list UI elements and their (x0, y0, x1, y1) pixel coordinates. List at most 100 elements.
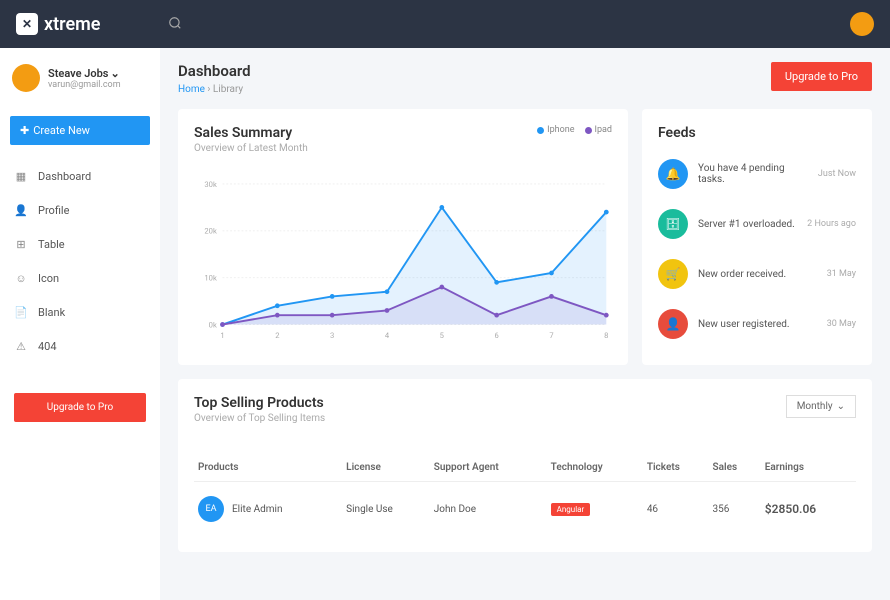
user-name: Steave Jobs (48, 67, 108, 80)
table-header: Earnings (761, 454, 856, 482)
breadcrumb: Home › Library (178, 84, 251, 95)
feed-time: Just Now (818, 169, 856, 179)
nav-icon: ⊞ (14, 237, 28, 251)
license-cell: Single Use (342, 482, 430, 537)
brand-name: xtreme (44, 14, 100, 35)
sidebar-item-table[interactable]: ⊞ Table (0, 227, 160, 261)
table-header: Sales (709, 454, 761, 482)
nav-label: 404 (38, 340, 57, 353)
feed-icon: 🗄 (658, 209, 688, 239)
svg-text:0k: 0k (209, 320, 217, 329)
product-name: Elite Admin (232, 504, 283, 515)
svg-text:20k: 20k (204, 227, 217, 236)
sales-subtitle: Overview of Latest Month (194, 143, 308, 154)
breadcrumb-current: Library (213, 84, 243, 95)
tickets-cell: 46 (643, 482, 709, 537)
nav-icon: ▦ (14, 169, 28, 183)
user-avatar-icon (12, 64, 40, 92)
feed-text: New order received. (698, 269, 817, 280)
sales-chart: 0k 10k 20k 30k 1 2 3 4 5 6 7 8 (194, 174, 612, 344)
nav-icon: ☺ (14, 271, 28, 285)
nav-label: Table (38, 238, 65, 251)
svg-text:1: 1 (220, 331, 224, 340)
sidebar-item-dashboard[interactable]: ▦ Dashboard (0, 159, 160, 193)
nav-icon: 👤 (14, 203, 28, 217)
user-avatar-top[interactable] (850, 12, 874, 36)
nav-label: Blank (38, 306, 65, 319)
product-avatar-icon: EA (198, 496, 224, 522)
feed-item[interactable]: 🗄 Server #1 overloaded. 2 Hours ago (658, 199, 856, 249)
create-new-button[interactable]: ✚ Create New (10, 116, 150, 145)
feed-text: New user registered. (698, 319, 817, 330)
svg-text:6: 6 (495, 331, 499, 340)
legend-dot-icon (585, 127, 592, 134)
table-row[interactable]: EA Elite Admin Single UseJohn Doe Angular 46… (194, 482, 856, 537)
filter-label: Monthly (797, 401, 833, 412)
svg-text:10k: 10k (204, 274, 217, 283)
user-block[interactable]: Steave Jobs ⌄ varun@gmail.com (0, 60, 160, 106)
svg-text:5: 5 (440, 331, 444, 340)
user-email: varun@gmail.com (48, 80, 121, 90)
top-products-card: Top Selling Products Overview of Top Sel… (178, 379, 872, 552)
agent-cell: John Doe (430, 482, 547, 537)
chevron-down-icon: ⌄ (110, 67, 119, 80)
nav-label: Icon (38, 272, 59, 285)
svg-text:2: 2 (275, 331, 279, 340)
plus-icon: ✚ (20, 124, 29, 137)
products-subtitle: Overview of Top Selling Items (194, 413, 325, 424)
nav-icon: ⚠ (14, 339, 28, 353)
svg-text:8: 8 (604, 331, 608, 340)
feed-text: Server #1 overloaded. (698, 219, 797, 230)
feed-icon: 🛒 (658, 259, 688, 289)
products-table: ProductsLicenseSupport AgentTechnologyTi… (194, 454, 856, 536)
upgrade-button-sidebar[interactable]: Upgrade to Pro (14, 393, 146, 422)
table-header: Products (194, 454, 342, 482)
legend-item: Iphone (537, 125, 574, 135)
chevron-down-icon: ⌄ (837, 401, 845, 412)
table-header: Support Agent (430, 454, 547, 482)
breadcrumb-home[interactable]: Home (178, 84, 205, 95)
table-header: Tickets (643, 454, 709, 482)
sidebar: Steave Jobs ⌄ varun@gmail.com ✚ Create N… (0, 48, 160, 600)
feed-item[interactable]: 🛒 New order received. 31 May (658, 249, 856, 299)
legend-dot-icon (537, 127, 544, 134)
legend-label: Iphone (547, 125, 574, 135)
create-label: Create New (33, 124, 90, 137)
upgrade-button-main[interactable]: Upgrade to Pro (771, 62, 872, 91)
table-header: Technology (547, 454, 643, 482)
feed-time: 30 May (827, 319, 856, 329)
logo-icon (16, 13, 38, 35)
topbar: xtreme (0, 0, 890, 48)
legend-label: Ipad (595, 125, 612, 135)
feed-text: You have 4 pending tasks. (698, 163, 808, 185)
main-content: Dashboard Home › Library Upgrade to Pro … (160, 48, 890, 600)
feed-icon: 👤 (658, 309, 688, 339)
brand-logo[interactable]: xtreme (16, 13, 100, 35)
feed-icon: 🔔 (658, 159, 688, 189)
feed-item[interactable]: 👤 New user registered. 30 May (658, 299, 856, 349)
sales-summary-card: Sales Summary Overview of Latest Month I… (178, 109, 628, 365)
earnings-cell: $2850.06 (761, 482, 856, 537)
feed-time: 2 Hours ago (807, 219, 856, 229)
svg-text:30k: 30k (204, 180, 217, 189)
svg-text:7: 7 (549, 331, 553, 340)
svg-text:4: 4 (385, 331, 390, 340)
legend-item: Ipad (585, 125, 612, 135)
sidebar-item-404[interactable]: ⚠ 404 (0, 329, 160, 363)
svg-text:3: 3 (330, 331, 334, 340)
page-title: Dashboard (178, 62, 251, 80)
feeds-card: Feeds 🔔 You have 4 pending tasks. Just Now… (642, 109, 872, 365)
feed-item[interactable]: 🔔 You have 4 pending tasks. Just Now (658, 149, 856, 199)
sales-cell: 356 (709, 482, 761, 537)
sidebar-item-icon[interactable]: ☺ Icon (0, 261, 160, 295)
sidebar-item-blank[interactable]: 📄 Blank (0, 295, 160, 329)
sidebar-item-profile[interactable]: 👤Profile (0, 193, 160, 227)
tech-badge: Angular (551, 503, 591, 516)
search-icon[interactable] (168, 15, 182, 34)
feed-time: 31 May (827, 269, 856, 279)
nav-label: Dashboard (38, 170, 91, 183)
table-header: License (342, 454, 430, 482)
feeds-title: Feeds (658, 125, 856, 141)
filter-dropdown[interactable]: Monthly ⌄ (786, 395, 856, 418)
nav-icon: 📄 (14, 305, 28, 319)
